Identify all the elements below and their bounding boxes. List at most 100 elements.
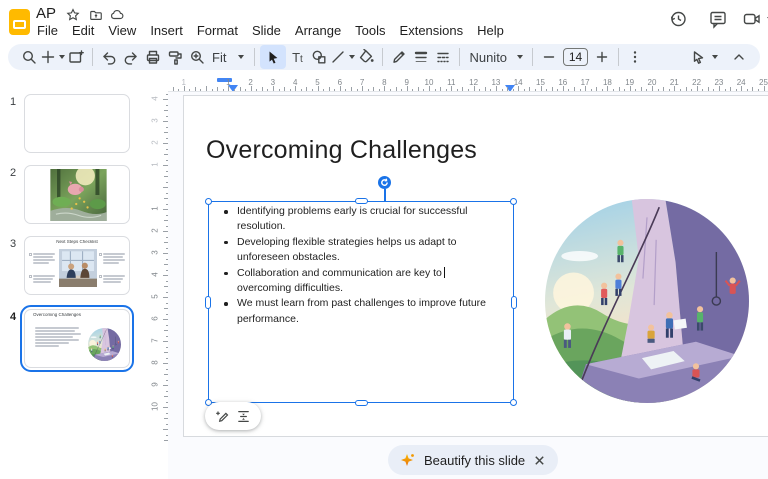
resize-handle-w[interactable] (205, 296, 211, 309)
ruler-tick (535, 89, 536, 92)
vertical-ruler[interactable]: 432112345678910 (146, 92, 168, 442)
increase-font-icon[interactable] (591, 45, 613, 69)
menu-insert[interactable]: Insert (143, 21, 190, 40)
resize-handle-ne[interactable] (510, 198, 517, 205)
bullet-text-line[interactable]: resolution. (237, 219, 513, 234)
comments-icon[interactable] (708, 9, 728, 29)
redo-icon[interactable] (120, 45, 142, 69)
ruler-number: 5 (315, 78, 319, 87)
slide-title[interactable]: Overcoming Challenges (206, 136, 477, 165)
menu-arrange[interactable]: Arrange (288, 21, 348, 40)
ruler-number: 7 (360, 78, 364, 87)
decrease-font-icon[interactable] (538, 45, 560, 69)
line-tool-icon[interactable] (330, 45, 355, 69)
slides-logo-icon[interactable] (9, 9, 30, 35)
pen-tools-icon[interactable] (687, 45, 709, 69)
bullet-textbox[interactable]: Identifying problems early is crucial fo… (208, 201, 514, 403)
slide-canvas[interactable]: Overcoming Challenges Identifying proble… (168, 92, 768, 479)
new-slide-button[interactable] (40, 45, 65, 69)
thumb-text-line (35, 339, 79, 341)
beautify-label[interactable]: Beautify this slide (424, 453, 525, 468)
slide-thumbnail-2[interactable] (24, 165, 130, 224)
font-size-input[interactable]: 14 (563, 48, 588, 66)
magic-write-icon[interactable] (215, 409, 230, 424)
bullet-text-line[interactable]: overcoming difficulties. (237, 281, 513, 296)
bullet-text-line[interactable]: Identifying problems early is crucial fo… (237, 204, 513, 219)
ruler-number: 10 (425, 78, 434, 87)
menu-extensions[interactable]: Extensions (393, 21, 471, 40)
bullet-text-line[interactable]: Collaboration and communication are key … (237, 266, 513, 281)
menu-view[interactable]: View (101, 21, 143, 40)
text-box-icon[interactable]: Tt (286, 45, 308, 69)
rotate-handle-icon[interactable] (378, 176, 391, 189)
beautify-close-icon[interactable] (533, 454, 546, 467)
horizontal-ruler[interactable]: 1123456789101112131415161718192021222324… (168, 78, 768, 92)
ruler-number: 5 (151, 290, 160, 304)
bullet-text-line[interactable]: performance. (237, 312, 513, 327)
slide-thumbnail-1[interactable] (24, 94, 130, 153)
move-folder-icon[interactable] (89, 8, 103, 22)
version-history-icon[interactable] (668, 9, 688, 29)
resize-handle-e[interactable] (511, 296, 517, 309)
print-icon[interactable] (142, 45, 164, 69)
current-slide[interactable]: Overcoming Challenges Identifying proble… (183, 95, 768, 437)
menu-file[interactable]: File (30, 21, 65, 40)
undo-icon[interactable] (98, 45, 120, 69)
resize-handle-se[interactable] (510, 399, 517, 406)
bullet-text-line[interactable]: Developing flexible strategies helps us … (237, 235, 513, 250)
bullet-text-line[interactable]: We must learn from past challenges to im… (237, 296, 513, 311)
ruler-number: 17 (581, 78, 590, 87)
ruler-tick (284, 87, 285, 91)
thumb-text-line (35, 330, 75, 332)
climbing-illustration-image[interactable] (545, 199, 749, 403)
ruler-tick (479, 89, 480, 92)
meet-camera-icon[interactable] (742, 9, 762, 29)
ruler-number: 12 (469, 78, 478, 87)
bullet-text-line[interactable]: unforeseen obstacles. (237, 250, 513, 265)
ruler-number: 4 (293, 78, 297, 87)
pen-tools-dropdown-icon[interactable] (712, 55, 718, 59)
resize-handle-nw[interactable] (205, 198, 212, 205)
cloud-status-icon[interactable] (110, 8, 124, 22)
paint-format-icon[interactable] (164, 45, 186, 69)
hide-menus-icon[interactable] (728, 45, 750, 69)
templates-icon[interactable] (65, 45, 87, 69)
slide-thumbnail-3[interactable]: Next Steps Checklist (24, 236, 130, 295)
menu-edit[interactable]: Edit (65, 21, 101, 40)
menu-slide[interactable]: Slide (245, 21, 288, 40)
resize-handle-n[interactable] (355, 198, 368, 204)
border-dash-icon[interactable] (432, 45, 454, 69)
ruler-number: 15 (536, 78, 545, 87)
slide-thumbnail-4[interactable]: Overcoming Challenges (24, 309, 130, 368)
shapes-icon[interactable] (308, 45, 330, 69)
border-weight-icon[interactable] (410, 45, 432, 69)
thumb-text-line (35, 336, 73, 338)
star-icon[interactable] (66, 8, 80, 22)
ruler-tick (440, 87, 441, 91)
more-options-icon[interactable] (624, 45, 646, 69)
text-cursor (444, 267, 446, 278)
fill-color-icon[interactable] (355, 45, 377, 69)
menu-format[interactable]: Format (190, 21, 245, 40)
ruler-tick (223, 89, 224, 92)
select-tool-icon[interactable] (260, 45, 286, 69)
fit-dropdown-icon[interactable] (238, 55, 244, 59)
ruler-tick (206, 86, 207, 91)
ruler-tick (173, 87, 174, 91)
border-color-icon[interactable] (388, 45, 410, 69)
ruler-tick (730, 87, 731, 91)
menu-tools[interactable]: Tools (348, 21, 392, 40)
autofit-text-icon[interactable] (236, 409, 251, 424)
ruler-tick (234, 89, 235, 92)
ruler-tick (195, 87, 196, 91)
zoom-fit-select[interactable]: Fit (208, 45, 230, 69)
ruler-tick (418, 87, 419, 91)
document-title[interactable]: AP (36, 5, 56, 22)
resize-handle-s[interactable] (355, 400, 368, 406)
zoom-icon[interactable] (186, 45, 208, 69)
ruler-number: 16 (558, 78, 567, 87)
font-dropdown-icon[interactable] (517, 55, 523, 59)
menu-help[interactable]: Help (470, 21, 511, 40)
font-family-select[interactable]: Nunito (465, 45, 511, 69)
search-menus-icon[interactable] (18, 45, 40, 69)
